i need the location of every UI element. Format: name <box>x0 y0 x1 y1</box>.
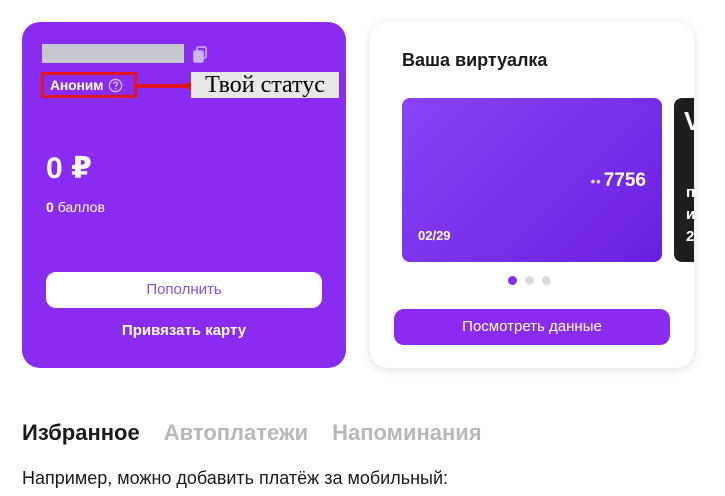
card-expiry: 02/29 <box>418 228 451 243</box>
pager-dot[interactable] <box>508 276 517 285</box>
card-masked-dots: •• <box>590 174 602 189</box>
virtual-card-panel: Ваша виртуалка •• 7756 02/29 V пи2 Посмот… <box>370 22 694 368</box>
card-number: •• 7756 <box>591 170 646 192</box>
copy-icon[interactable] <box>192 46 208 64</box>
next-card-text-fragment: пи2 <box>686 184 694 245</box>
points-balance: 0 баллов <box>46 199 105 215</box>
next-card-peek[interactable]: V пи2 <box>674 98 694 262</box>
help-circle-icon[interactable] <box>108 78 123 93</box>
virtual-card[interactable]: •• 7756 02/29 <box>402 98 662 262</box>
topup-button[interactable]: Пополнить <box>46 272 322 308</box>
points-label: баллов <box>57 199 105 215</box>
card-last-digits: 7756 <box>603 170 646 191</box>
tab-autopayments[interactable]: Автоплатежи <box>164 420 308 446</box>
balance-amount: 0 ₽ <box>46 152 92 185</box>
tab-favorites[interactable]: Избранное <box>22 420 140 446</box>
points-value: 0 <box>46 199 54 215</box>
pager-dot[interactable] <box>542 276 551 285</box>
favorites-hint-text: Например, можно добавить платёж за мобил… <box>22 468 449 488</box>
account-number-masked <box>42 44 184 63</box>
next-card-logo: V <box>684 106 694 136</box>
favorites-tabs: Избранное Автоплатежи Напоминания <box>22 420 482 446</box>
status-label: Аноним <box>50 77 104 93</box>
annotation-label: Твой статус <box>191 72 339 98</box>
status-badge[interactable]: Аноним <box>41 72 137 98</box>
link-card-button[interactable]: Привязать карту <box>22 322 346 339</box>
pager-dot[interactable] <box>525 276 534 285</box>
view-card-details-button[interactable]: Посмотреть данные <box>394 309 670 345</box>
annotation-connector <box>137 84 192 88</box>
carousel-pager <box>508 276 551 285</box>
tab-reminders[interactable]: Напоминания <box>332 420 482 446</box>
virtual-card-title: Ваша виртуалка <box>402 50 548 70</box>
